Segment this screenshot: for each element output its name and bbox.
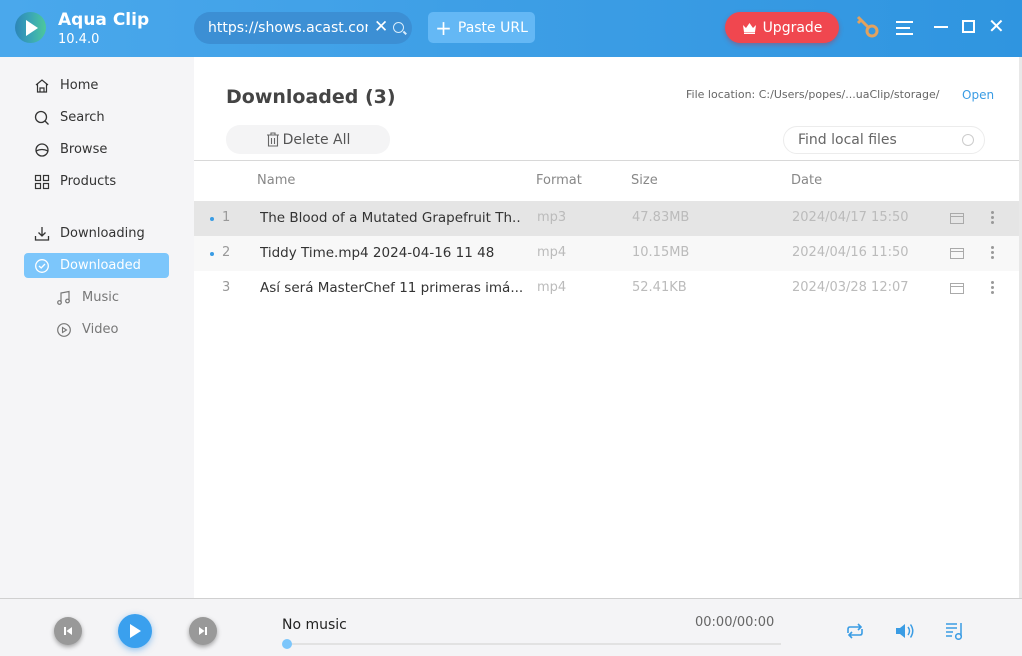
row-index: 3 bbox=[222, 280, 231, 295]
delete-all-button[interactable]: Delete All bbox=[226, 125, 390, 154]
search-icon[interactable] bbox=[962, 134, 974, 146]
title-bar: Aqua Clip 10.4.0 https://shows.acast.com… bbox=[0, 0, 1022, 57]
file-size: 47.83MB bbox=[632, 210, 690, 225]
url-input-box[interactable]: https://shows.acast.com/ ✕ bbox=[194, 12, 412, 44]
browse-icon bbox=[35, 142, 49, 157]
column-header-format[interactable]: Format bbox=[536, 173, 582, 188]
file-format: mp4 bbox=[537, 245, 567, 260]
playlist-icon[interactable] bbox=[944, 621, 966, 641]
file-date: 2024/04/16 11:50 bbox=[792, 245, 909, 260]
table-row[interactable]: 2 Tiddy Time.mp4 2024-04-16 11 48 mp4 10… bbox=[194, 236, 1020, 271]
sidebar-item-search[interactable]: Search bbox=[24, 105, 169, 130]
maximize-icon[interactable] bbox=[962, 20, 975, 33]
clear-icon[interactable]: ✕ bbox=[374, 17, 388, 37]
progress-handle[interactable] bbox=[282, 639, 292, 649]
track-title: No music bbox=[282, 617, 347, 633]
file-name: Así será MasterChef 11 primeras imá... bbox=[260, 280, 524, 296]
row-index: 2 bbox=[222, 245, 231, 260]
delete-all-label: Delete All bbox=[282, 131, 351, 148]
more-options-icon[interactable] bbox=[991, 211, 994, 225]
sidebar-item-home[interactable]: Home bbox=[24, 73, 169, 98]
progress-track[interactable] bbox=[286, 643, 781, 645]
more-options-icon[interactable] bbox=[991, 246, 994, 260]
download-icon bbox=[34, 226, 50, 241]
sidebar-item-label: Home bbox=[60, 78, 99, 93]
player-bar: No music 00:00/00:00 bbox=[0, 598, 1022, 656]
new-indicator bbox=[210, 217, 214, 221]
divider bbox=[194, 160, 1020, 161]
app-name: Aqua Clip bbox=[58, 10, 150, 30]
file-location: File location: C:/Users/popes/...uaClip/… bbox=[686, 88, 940, 101]
paste-url-button[interactable]: + Paste URL bbox=[428, 12, 535, 43]
home-icon bbox=[35, 78, 49, 93]
time-display: 00:00/00:00 bbox=[695, 615, 775, 630]
sidebar-item-label: Downloading bbox=[60, 226, 145, 241]
play-icon bbox=[130, 624, 141, 638]
paste-url-label: Paste URL bbox=[457, 19, 528, 36]
upgrade-label: Upgrade bbox=[762, 19, 823, 36]
sidebar-item-label: Browse bbox=[60, 142, 108, 157]
folder-icon[interactable] bbox=[950, 283, 964, 294]
file-size: 10.15MB bbox=[632, 245, 690, 260]
page-title: Downloaded (3) bbox=[226, 86, 396, 108]
sidebar-item-label: Music bbox=[82, 290, 119, 305]
file-size: 52.41KB bbox=[632, 280, 687, 295]
play-circle-icon bbox=[57, 322, 71, 337]
sidebar-item-label: Downloaded bbox=[60, 258, 141, 273]
url-input[interactable]: https://shows.acast.com/ bbox=[208, 20, 368, 36]
sidebar-item-products[interactable]: Products bbox=[24, 169, 169, 194]
sidebar: Home Search Browse Products Downloading … bbox=[0, 57, 194, 598]
play-button[interactable] bbox=[118, 614, 152, 648]
previous-icon bbox=[64, 627, 72, 635]
sidebar-item-label: Products bbox=[60, 174, 117, 189]
search-icon bbox=[34, 110, 49, 125]
file-date: 2024/03/28 12:07 bbox=[792, 280, 909, 295]
search-icon[interactable] bbox=[393, 22, 404, 33]
sidebar-item-downloading[interactable]: Downloading bbox=[24, 221, 169, 246]
find-local-files-box[interactable] bbox=[783, 126, 985, 154]
sidebar-item-label: Video bbox=[82, 322, 119, 337]
file-format: mp4 bbox=[537, 280, 567, 295]
next-icon bbox=[199, 627, 207, 635]
close-icon[interactable]: ✕ bbox=[988, 16, 1005, 36]
plus-icon: + bbox=[435, 15, 452, 40]
key-icon[interactable] bbox=[855, 14, 881, 40]
sidebar-item-music[interactable]: Music bbox=[46, 285, 191, 310]
column-header-size[interactable]: Size bbox=[631, 173, 658, 188]
file-format: mp3 bbox=[537, 210, 567, 225]
more-options-icon[interactable] bbox=[991, 281, 994, 295]
file-name: Tiddy Time.mp4 2024-04-16 11 48 bbox=[260, 245, 495, 261]
find-local-files-input[interactable] bbox=[798, 132, 948, 148]
sidebar-item-browse[interactable]: Browse bbox=[24, 137, 169, 162]
sidebar-item-video[interactable]: Video bbox=[46, 317, 191, 342]
table-row[interactable]: 3 Así será MasterChef 11 primeras imá...… bbox=[194, 271, 1020, 306]
check-circle-icon bbox=[35, 258, 49, 273]
next-button[interactable] bbox=[189, 617, 217, 645]
main-panel: Downloaded (3) File location: C:/Users/p… bbox=[194, 57, 1020, 598]
trash-icon bbox=[266, 132, 279, 147]
previous-button[interactable] bbox=[54, 617, 82, 645]
app-version: 10.4.0 bbox=[58, 32, 100, 47]
new-indicator bbox=[210, 252, 214, 256]
file-date: 2024/04/17 15:50 bbox=[792, 210, 909, 225]
app-logo-icon bbox=[15, 12, 46, 43]
crown-icon bbox=[742, 22, 756, 34]
column-header-date[interactable]: Date bbox=[791, 173, 822, 188]
file-name: The Blood of a Mutated Grapefruit Th.. bbox=[260, 210, 521, 226]
grid-icon bbox=[34, 174, 50, 189]
menu-icon[interactable] bbox=[896, 21, 913, 35]
folder-icon[interactable] bbox=[950, 248, 964, 259]
open-folder-link[interactable]: Open bbox=[962, 88, 994, 102]
column-header-name[interactable]: Name bbox=[257, 173, 295, 188]
repeat-icon[interactable] bbox=[844, 621, 866, 641]
upgrade-button[interactable]: Upgrade bbox=[725, 12, 839, 43]
volume-icon[interactable] bbox=[894, 621, 916, 641]
row-index: 1 bbox=[222, 210, 231, 225]
music-icon bbox=[57, 290, 70, 305]
sidebar-item-label: Search bbox=[60, 110, 105, 125]
minimize-icon[interactable] bbox=[934, 26, 948, 28]
table-row[interactable]: 1 The Blood of a Mutated Grapefruit Th..… bbox=[194, 201, 1020, 236]
folder-icon[interactable] bbox=[950, 213, 964, 224]
sidebar-item-downloaded[interactable]: Downloaded bbox=[24, 253, 169, 278]
